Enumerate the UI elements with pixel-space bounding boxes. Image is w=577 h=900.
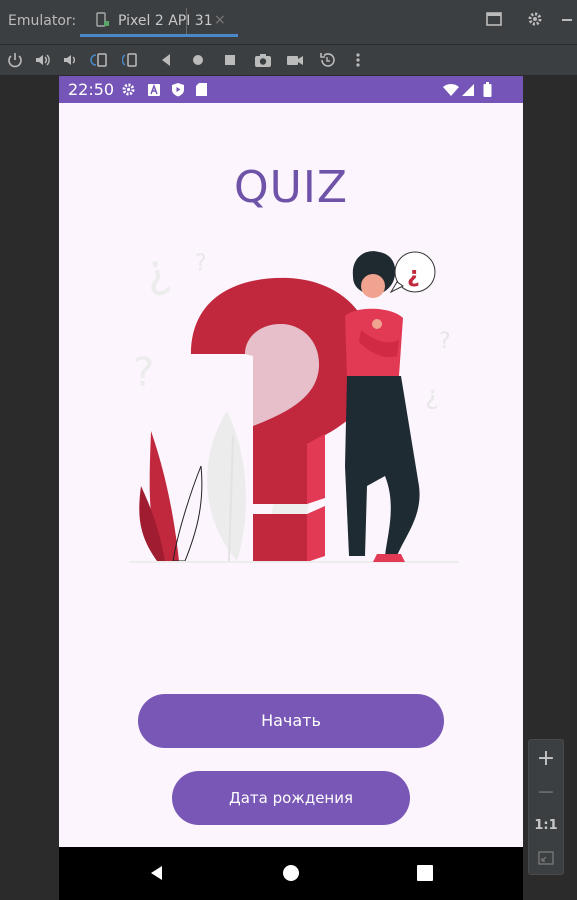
snapshot-icon[interactable] (318, 51, 338, 71)
phone-screen: 22:50 QUIZ ¿ ? ? ? ¿ ¿ Начать Дата рожде… (59, 76, 523, 900)
overview-icon[interactable] (222, 51, 242, 71)
rotate-right-icon[interactable] (121, 51, 142, 71)
svg-text:¿: ¿ (137, 241, 175, 299)
settings-status-icon (121, 82, 136, 101)
birthdate-button[interactable]: Дата рождения (172, 771, 410, 825)
camera-icon[interactable] (253, 51, 273, 71)
emulator-label: Emulator: (8, 13, 77, 29)
svg-text:?: ? (133, 350, 154, 396)
wifi-icon (442, 82, 460, 101)
svg-text:?: ? (439, 329, 451, 354)
shield-play-icon (171, 82, 185, 101)
start-button[interactable]: Начать (138, 694, 444, 748)
signal-icon (461, 82, 475, 101)
zoom-out-button[interactable]: − (529, 780, 563, 805)
device-tab-label: Pixel 2 API 31 (118, 13, 213, 29)
nav-home-icon[interactable] (281, 863, 301, 887)
active-tab-indicator (80, 34, 238, 37)
device-icon (96, 12, 110, 32)
nav-overview-icon[interactable] (415, 863, 435, 887)
video-icon[interactable] (285, 51, 305, 71)
nav-back-icon[interactable] (147, 863, 167, 887)
thinking-person-illustration: ¿ ? ? ? ¿ ¿ (129, 236, 459, 570)
restore-window-icon[interactable] (485, 10, 503, 32)
volume-up-icon[interactable] (34, 51, 54, 71)
settings-gear-icon[interactable] (526, 10, 544, 32)
power-icon[interactable] (6, 51, 26, 71)
volume-down-icon[interactable] (62, 51, 82, 71)
thought-mark: ¿ (407, 263, 420, 288)
sd-card-icon (195, 82, 208, 101)
battery-icon (483, 82, 492, 101)
home-icon[interactable] (190, 51, 210, 71)
zoom-panel: + − 1:1 (528, 739, 564, 875)
status-bar: 22:50 (59, 76, 523, 103)
navigation-bar (59, 847, 523, 900)
fit-screen-icon[interactable] (529, 850, 563, 870)
device-tab[interactable]: Pixel 2 API 31 × (80, 0, 238, 38)
close-tab-icon[interactable]: × (214, 12, 226, 28)
svg-text:?: ? (195, 251, 207, 276)
zoom-one-to-one-button[interactable]: 1:1 (529, 818, 563, 833)
back-icon[interactable] (158, 51, 178, 71)
status-clock: 22:50 (68, 80, 115, 99)
quiz-title: QUIZ (234, 162, 348, 213)
rotate-left-icon[interactable] (90, 51, 110, 71)
more-icon[interactable] (352, 51, 372, 71)
tab-divider (186, 8, 187, 34)
svg-text:¿: ¿ (425, 381, 439, 411)
a-status-icon (147, 82, 161, 101)
zoom-in-button[interactable]: + (529, 746, 563, 771)
emulator-tab-bar: Emulator: Pixel 2 API 31 × (0, 0, 577, 45)
minimize-panel-icon[interactable] (560, 12, 574, 31)
emulator-toolbar (0, 45, 577, 75)
